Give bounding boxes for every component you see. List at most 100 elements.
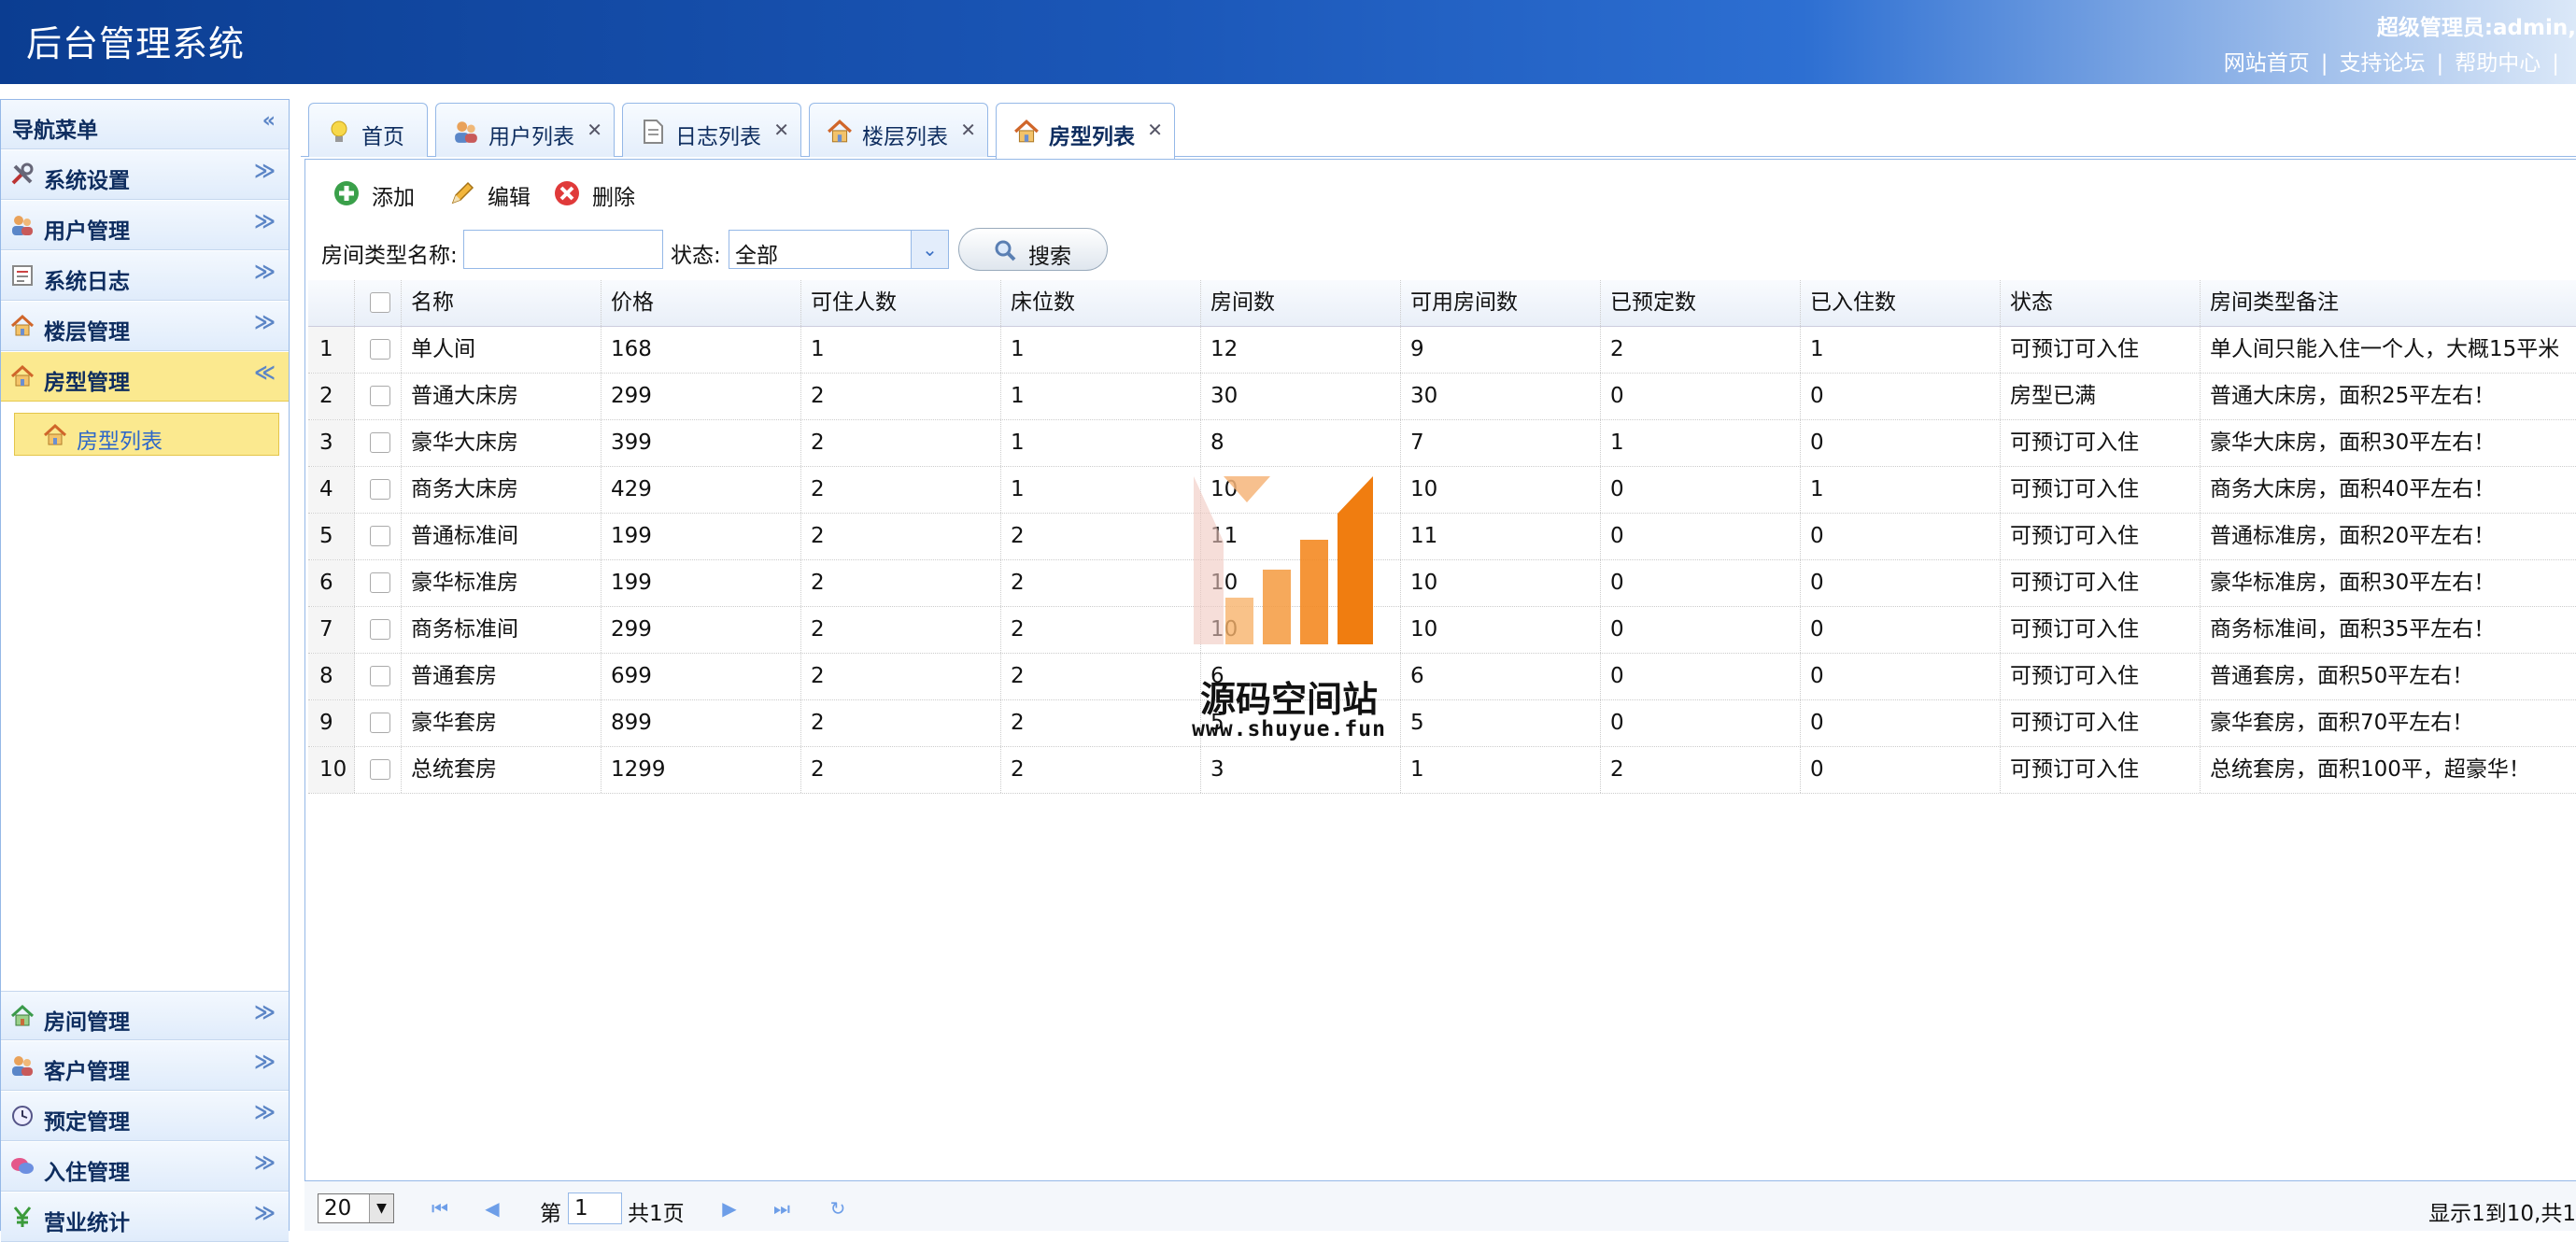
row-checkbox[interactable] [370, 526, 390, 546]
refresh-icon[interactable]: ↻ [824, 1194, 852, 1222]
column-header[interactable]: 状态 [2001, 280, 2201, 326]
close-icon[interactable]: ✕ [587, 119, 602, 141]
table-cell: 1 [1401, 747, 1601, 793]
column-header[interactable]: 已预定数 [1601, 280, 1801, 326]
table-cell: 单人间 [402, 327, 602, 373]
table-row[interactable]: 2 普通大床房 299 2 1 30 30 0 0 房型已满 普通大床房，面积25平左右！ [308, 374, 2576, 420]
table-cell: 可预订可入住 [2001, 654, 2201, 699]
table-cell: 普通标准房，面积20平左右！ [2210, 524, 2496, 548]
row-checkbox[interactable] [370, 666, 390, 686]
log-icon [12, 265, 33, 286]
table-row[interactable]: 9 豪华套房 899 2 2 5 5 0 0 可预订可入住 豪华套房，面积70平左右！ [308, 700, 2576, 747]
sidebar-group-checkin-management[interactable]: 入住管理 ≫ [1, 1142, 289, 1192]
page-number-input[interactable]: 1 [568, 1193, 622, 1224]
column-header[interactable]: 可住人数 [801, 280, 1001, 326]
row-checkbox[interactable] [370, 759, 390, 780]
table-cell: 0 [1601, 467, 1801, 513]
chevron-down-icon: ≫ [253, 1202, 276, 1225]
last-page-icon[interactable]: ⏭ [768, 1194, 796, 1222]
tab-room-type-list[interactable]: 房型列表 ✕ [996, 103, 1175, 159]
table-cell: 豪华套房 [402, 700, 602, 746]
row-number: 4 [308, 467, 355, 513]
table-cell: 普通大床房 [402, 374, 602, 419]
house-icon [10, 1004, 35, 1026]
column-header[interactable]: 床位数 [1001, 280, 1201, 326]
column-header[interactable]: 价格 [602, 280, 801, 326]
row-checkbox[interactable] [370, 432, 390, 453]
table-cell: 2 [1001, 607, 1201, 653]
table-row[interactable]: 4 商务大床房 429 2 1 10 10 0 1 可预订可入住 商务大床房，面积40平左右！ [308, 467, 2576, 514]
table-cell: 豪华标准房 [402, 560, 602, 606]
sidebar-group-business-statistics[interactable]: 营业统计 ≫ [1, 1193, 289, 1242]
table-row[interactable]: 5 普通标准间 199 2 2 11 11 0 0 可预订可入住 普通标准房，面积20平左右！ [308, 514, 2576, 560]
column-header[interactable]: 名称 [402, 280, 602, 326]
table-cell: 2 [801, 747, 1001, 793]
tab-log-list[interactable]: 日志列表 ✕ [622, 103, 801, 157]
sidebar-group-customer-management[interactable]: 客户管理 ≫ [1, 1041, 289, 1091]
room-type-name-input[interactable] [463, 230, 663, 269]
page-size-select[interactable]: 20 ▼ [318, 1193, 394, 1223]
row-number: 9 [308, 700, 355, 746]
table-cell: 299 [602, 607, 801, 653]
column-header[interactable]: 已入住数 [1801, 280, 2001, 326]
table-row[interactable]: 6 豪华标准房 199 2 2 10 10 0 0 可预订可入住 豪华标准房，面积30平左右！ [308, 560, 2576, 607]
sidebar-group-room-management[interactable]: 房间管理 ≫ [1, 991, 289, 1040]
table-cell: 2 [801, 607, 1001, 653]
collapse-left-icon[interactable]: « [262, 109, 276, 133]
row-number-header [308, 280, 355, 326]
users-icon [12, 216, 33, 235]
first-page-icon[interactable]: ⏮ [426, 1194, 454, 1222]
sidebar-item-room-type-list[interactable]: 房型列表 [14, 413, 279, 456]
link-help-center[interactable]: 帮助中心 [2455, 51, 2541, 76]
link-support-forum[interactable]: 支持论坛 [2340, 51, 2426, 76]
table-cell: 2 [1001, 747, 1201, 793]
sidebar-group-reservation-management[interactable]: 预定管理 ≫ [1, 1092, 289, 1141]
tab-user-list[interactable]: 用户列表 ✕ [435, 103, 615, 157]
table-row[interactable]: 3 豪华大床房 399 2 1 8 7 1 0 可预订可入住 豪华大床房，面积30平左右！ [308, 420, 2576, 467]
sidebar-group-room-type-management[interactable]: 房型管理 ≪ [1, 352, 289, 402]
column-header[interactable]: 房间数 [1201, 280, 1401, 326]
row-checkbox[interactable] [370, 339, 390, 360]
table-cell: 399 [602, 420, 801, 466]
row-checkbox[interactable] [370, 479, 390, 500]
sidebar-group-user-management[interactable]: 用户管理 ≫ [1, 201, 289, 250]
close-icon[interactable]: ✕ [773, 119, 789, 141]
column-header[interactable]: 房间类型备注 [2201, 280, 2576, 326]
sidebar-group-label: 系统设置 [44, 169, 130, 193]
chevron-down-icon: ⌄ [911, 231, 948, 268]
add-label: 添加 [372, 186, 415, 210]
row-checkbox[interactable] [370, 572, 390, 593]
row-select-cell [355, 654, 402, 699]
tab-floor-list[interactable]: 楼层列表 ✕ [809, 103, 988, 157]
table-cell: 1 [1801, 327, 2001, 373]
row-checkbox[interactable] [370, 619, 390, 640]
row-checkbox[interactable] [370, 713, 390, 733]
prev-page-icon[interactable]: ◀ [478, 1194, 506, 1222]
row-select-cell [355, 747, 402, 793]
row-number: 2 [308, 374, 355, 419]
status-select[interactable]: 全部 ⌄ [729, 230, 949, 269]
row-number: 10 [308, 747, 355, 793]
close-icon[interactable]: ✕ [1147, 119, 1163, 141]
table-cell: 2 [801, 700, 1001, 746]
close-icon[interactable]: ✕ [960, 119, 976, 141]
table-row[interactable]: 7 商务标准间 299 2 2 10 10 0 0 可预订可入住 商务标准间，面积35平左右！ [308, 607, 2576, 654]
sidebar-group-system-log[interactable]: 系统日志 ≫ [1, 251, 289, 301]
column-header[interactable]: 可用房间数 [1401, 280, 1601, 326]
row-checkbox[interactable] [370, 386, 390, 406]
table-row[interactable]: 10 总统套房 1299 2 2 3 1 2 0 可预订可入住 总统套房，面积100平，超豪华！ [308, 747, 2576, 794]
select-all-checkbox[interactable] [370, 292, 390, 313]
table-row[interactable]: 8 普通套房 699 2 2 6 6 0 0 可预订可入住 普通套房，面积50平左右！ [308, 654, 2576, 700]
link-site-home[interactable]: 网站首页 [2224, 51, 2310, 76]
chevron-up-icon: ≪ [253, 361, 276, 385]
tab-home[interactable]: 首页 [308, 103, 428, 157]
table-cell: 1 [1601, 420, 1801, 466]
next-page-icon[interactable]: ▶ [715, 1194, 743, 1222]
table-cell: 168 [602, 327, 801, 373]
table-cell: 0 [1801, 374, 2001, 419]
sidebar-group-floor-management[interactable]: 楼层管理 ≫ [1, 302, 289, 351]
sidebar-group-system-settings[interactable]: 系统设置 ≫ [1, 150, 289, 200]
table-row[interactable]: 1 单人间 168 1 1 12 9 2 1 可预订可入住 单人间只能入住一个人，大概15平米 [308, 327, 2576, 374]
delete-label: 删除 [592, 186, 635, 210]
search-button[interactable]: 搜索 [958, 228, 1108, 271]
